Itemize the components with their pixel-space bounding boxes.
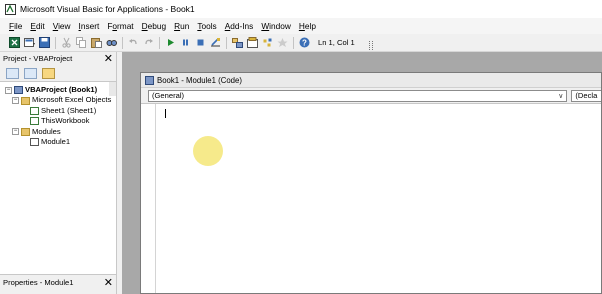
- close-icon[interactable]: ✕: [104, 277, 113, 288]
- standard-toolbar: ? Ln 1, Col 1: [0, 34, 602, 52]
- menu-window[interactable]: Window: [257, 21, 295, 31]
- toolbar-separator: [55, 36, 56, 49]
- vba-project-icon: [14, 86, 23, 95]
- folder-icon: [21, 127, 30, 136]
- menu-edit[interactable]: Edit: [26, 21, 48, 31]
- properties-panel: Properties - Module1 ✕: [0, 274, 117, 294]
- module-icon: [30, 138, 39, 147]
- copy-icon[interactable]: [74, 35, 89, 50]
- toolbar-grip[interactable]: [368, 41, 373, 50]
- svg-text:?: ?: [302, 38, 307, 47]
- code-editor[interactable]: [141, 104, 601, 293]
- project-panel-toolbar: [0, 65, 116, 96]
- menu-tools[interactable]: Tools: [193, 21, 220, 31]
- object-dropdown[interactable]: (General) ∨: [148, 89, 568, 102]
- break-icon[interactable]: [178, 35, 193, 50]
- workbook-icon: [30, 117, 39, 126]
- tree-item-sheet1[interactable]: Sheet1 (Sheet1): [5, 106, 116, 116]
- project-panel-header: Project - VBAProject ✕: [0, 52, 116, 65]
- code-window-title: Book1 - Module1 (Code): [157, 75, 242, 85]
- procedure-dropdown[interactable]: (Decla: [571, 89, 601, 102]
- code-window: Book1 - Module1 (Code) (General) ∨ (Decl…: [140, 72, 602, 294]
- worksheet-icon: [30, 106, 39, 115]
- run-icon[interactable]: [163, 35, 178, 50]
- object-browser-icon[interactable]: [260, 35, 275, 50]
- cut-icon[interactable]: [59, 35, 74, 50]
- view-excel-icon[interactable]: [7, 35, 22, 50]
- redo-icon[interactable]: [141, 35, 156, 50]
- menu-file[interactable]: File: [5, 21, 26, 31]
- code-window-title-bar[interactable]: Book1 - Module1 (Code): [141, 73, 601, 88]
- menu-help[interactable]: Help: [295, 21, 320, 31]
- insert-module-icon[interactable]: [22, 35, 37, 50]
- collapse-icon[interactable]: −: [5, 86, 12, 94]
- collapse-icon[interactable]: −: [12, 128, 19, 136]
- menu-run[interactable]: Run: [170, 21, 193, 31]
- mouse-cursor-highlight: [193, 136, 223, 166]
- view-object-icon[interactable]: [24, 67, 37, 79]
- procedure-dropdown-value: (Decla: [575, 91, 598, 100]
- menu-bar: File Edit View Insert Format Debug Run T…: [0, 18, 602, 34]
- text-caret: [165, 109, 166, 118]
- tree-item-excel-objects[interactable]: − Microsoft Excel Objects: [5, 95, 116, 105]
- vba-app-icon: [5, 3, 16, 15]
- properties-panel-title: Properties - Module1: [3, 278, 74, 287]
- tree-item-modules[interactable]: − Modules: [5, 127, 116, 137]
- menu-add-ins[interactable]: Add-Ins: [221, 21, 258, 31]
- tree-item-thisworkbook[interactable]: ThisWorkbook: [5, 116, 116, 126]
- toolbar-separator: [159, 36, 160, 49]
- properties-panel-header: Properties - Module1 ✕: [0, 276, 116, 289]
- menu-insert[interactable]: Insert: [75, 21, 104, 31]
- toolbar-separator: [293, 36, 294, 49]
- tree-item-vbaproject[interactable]: − VBAProject (Book1): [5, 85, 116, 95]
- code-combo-row: (General) ∨ (Decla: [141, 88, 601, 104]
- window-title: Microsoft Visual Basic for Applications …: [20, 4, 195, 14]
- properties-window-icon[interactable]: [245, 35, 260, 50]
- object-dropdown-value: (General): [152, 91, 185, 100]
- menu-view[interactable]: View: [49, 21, 75, 31]
- tree-item-module1[interactable]: Module1: [5, 137, 116, 147]
- menu-format[interactable]: Format: [103, 21, 137, 31]
- toolbar-separator: [226, 36, 227, 49]
- project-tree: − VBAProject (Book1) − Microsoft Excel O…: [0, 82, 116, 147]
- toolbar-separator: [122, 36, 123, 49]
- paste-icon[interactable]: [89, 35, 104, 50]
- title-bar: Microsoft Visual Basic for Applications …: [0, 0, 602, 18]
- find-icon[interactable]: [104, 35, 119, 50]
- cursor-position-status: Ln 1, Col 1: [318, 38, 355, 47]
- folder-icon: [21, 96, 30, 105]
- module-window-icon: [145, 75, 154, 85]
- project-explorer-icon[interactable]: [230, 35, 245, 50]
- project-explorer-panel: Project - VBAProject ✕ − VBAProject (Boo…: [0, 52, 117, 274]
- design-mode-icon[interactable]: [208, 35, 223, 50]
- close-icon[interactable]: ✕: [104, 53, 113, 64]
- reset-icon[interactable]: [193, 35, 208, 50]
- chevron-down-icon[interactable]: ∨: [558, 92, 563, 100]
- help-icon[interactable]: ?: [297, 35, 312, 50]
- undo-icon[interactable]: [126, 35, 141, 50]
- toggle-folders-icon[interactable]: [42, 67, 55, 79]
- project-panel-title: Project - VBAProject: [3, 54, 73, 63]
- panel-scroll-handle[interactable]: [109, 82, 116, 96]
- collapse-icon[interactable]: −: [12, 97, 19, 105]
- save-icon[interactable]: [37, 35, 52, 50]
- menu-debug[interactable]: Debug: [138, 21, 170, 31]
- margin-indicator-bar[interactable]: [141, 104, 156, 293]
- toolbox-icon[interactable]: [275, 35, 290, 50]
- view-code-icon[interactable]: [6, 67, 19, 79]
